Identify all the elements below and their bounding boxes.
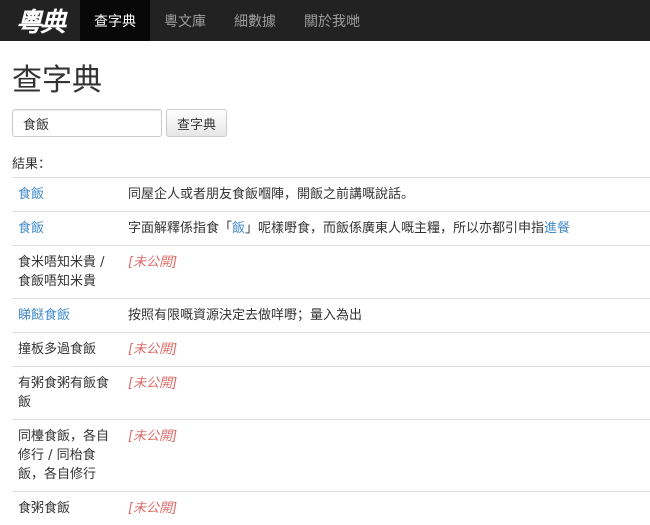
definition-link[interactable]: 進餐 (544, 221, 570, 236)
result-definition-cell: [未公開] (122, 367, 650, 420)
unpublished-badge: [未公開] (128, 255, 177, 270)
result-definition-cell: 字面解釋係指食「飯」呢樣嘢食，而飯係廣東人嘅主糧，所以亦都引申指進餐 (122, 212, 650, 246)
result-term: 有粥食粥有飯食飯 (18, 376, 109, 410)
search-button[interactable]: 查字典 (166, 109, 227, 137)
nav-item-dictionary[interactable]: 查字典 (80, 0, 150, 41)
results-table: 食飯同屋企人或者朋友食飯嗰陣，開飯之前講嘅說話。食飯字面解釋係指食「飯」呢樣嘢食… (12, 177, 650, 525)
result-term: 撞板多過食飯 (18, 342, 96, 357)
result-term-cell: 有粥食粥有飯食飯 (12, 367, 122, 420)
result-definition-cell: 按照有限嘅資源決定去做咩嘢；量入為出 (122, 299, 650, 333)
result-term-cell: 撞板多過食飯 (12, 333, 122, 367)
result-row: 同檯食飯，各自修行 / 同枱食飯，各自修行 [未公開] (12, 420, 650, 492)
result-term: 同檯食飯，各自修行 / 同枱食飯，各自修行 (18, 429, 109, 482)
result-term: 食粥食飯 (18, 501, 70, 516)
result-definition-cell: [未公開] (122, 333, 650, 367)
result-row: 有粥食粥有飯食飯 [未公開] (12, 367, 650, 420)
result-row: 食米唔知米貴 / 食飯唔知米貴 [未公開] (12, 246, 650, 299)
main-content: 查字典 查字典 結果： 食飯同屋企人或者朋友食飯嗰陣，開飯之前講嘅說話。食飯字面… (0, 63, 650, 525)
definition-text: 」呢樣嘢食，而飯係廣東人嘅主糧，所以亦都引申指 (245, 221, 544, 236)
result-term-cell: 同檯食飯，各自修行 / 同枱食飯，各自修行 (12, 420, 122, 492)
result-term-cell: 食飯 (12, 212, 122, 246)
nav-item-about[interactable]: 關於我哋 (290, 0, 374, 41)
definition-text: 按照有限嘅資源決定去做咩嘢；量入為出 (128, 308, 362, 323)
result-row: 食飯 字面解釋係指食「飯」呢樣嘢食，而飯係廣東人嘅主糧，所以亦都引申指進餐 (12, 212, 650, 246)
brand-logo[interactable]: 粵典 (0, 0, 80, 41)
page-title: 查字典 (12, 63, 650, 99)
result-term-cell: 食飯 (12, 178, 122, 212)
definition-text: 字面解釋係指食「 (128, 221, 232, 236)
unpublished-badge: [未公開] (128, 342, 177, 357)
result-term-link[interactable]: 睇餸食飯 (18, 308, 70, 323)
result-term-cell: 食米唔知米貴 / 食飯唔知米貴 (12, 246, 122, 299)
results-label: 結果： (12, 153, 650, 172)
result-term-cell: 食粥食飯 (12, 492, 122, 525)
result-row: 食粥食飯 [未公開] (12, 492, 650, 525)
unpublished-badge: [未公開] (128, 501, 177, 516)
result-term-link[interactable]: 食飯 (18, 187, 44, 202)
nav-item-data[interactable]: 細數據 (220, 0, 290, 41)
search-input[interactable] (12, 109, 162, 137)
result-row: 撞板多過食飯 [未公開] (12, 333, 650, 367)
nav-item-corpus[interactable]: 粵文庫 (150, 0, 220, 41)
result-definition-cell: [未公開] (122, 420, 650, 492)
result-definition-cell: [未公開] (122, 246, 650, 299)
unpublished-badge: [未公開] (128, 429, 177, 444)
result-row: 食飯 同屋企人或者朋友食飯嗰陣，開飯之前講嘅說話。 (12, 178, 650, 212)
definition-text: 同屋企人或者朋友食飯嗰陣，開飯之前講嘅說話。 (128, 187, 414, 202)
result-definition-cell: 同屋企人或者朋友食飯嗰陣，開飯之前講嘅說話。 (122, 178, 650, 212)
result-row: 睇餸食飯 按照有限嘅資源決定去做咩嘢；量入為出 (12, 299, 650, 333)
result-term-link[interactable]: 食飯 (18, 221, 44, 236)
definition-link[interactable]: 飯 (232, 221, 245, 236)
unpublished-badge: [未公開] (128, 376, 177, 391)
navbar: 粵典 查字典 粵文庫 細數據 關於我哋 (0, 0, 650, 41)
result-definition-cell: [未公開] (122, 492, 650, 525)
search-form: 查字典 (12, 109, 650, 137)
result-term: 食米唔知米貴 / 食飯唔知米貴 (18, 255, 105, 289)
result-term-cell: 睇餸食飯 (12, 299, 122, 333)
